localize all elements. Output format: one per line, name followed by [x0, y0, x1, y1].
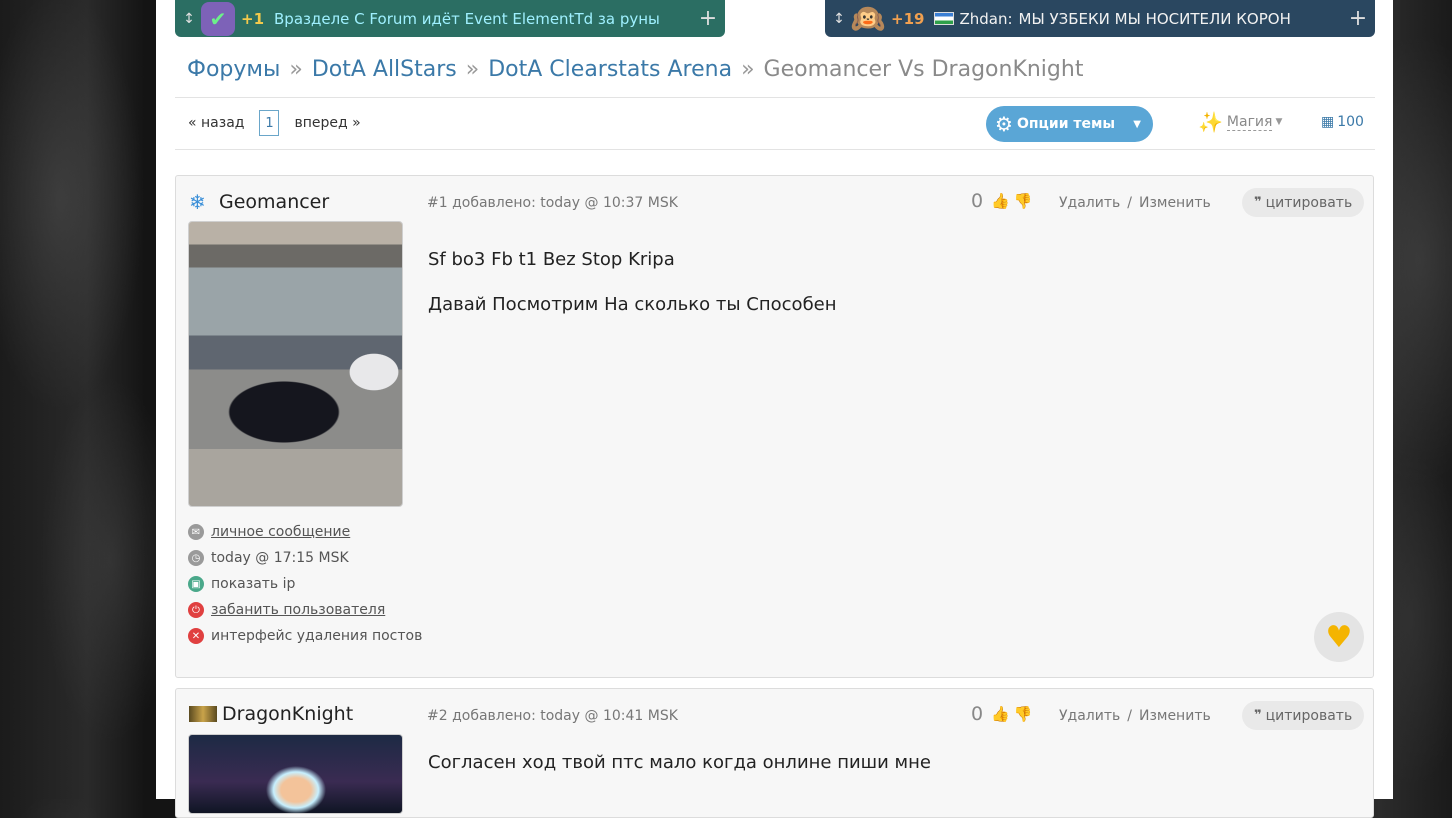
- delete-button[interactable]: Удалить: [1059, 708, 1120, 724]
- chevron-down-icon: ▼: [1275, 117, 1283, 127]
- chevron-down-icon: ▼: [1133, 118, 1141, 130]
- ban-user-link[interactable]: ⏻ забанить пользователя: [188, 597, 422, 623]
- next-page-link[interactable]: вперед »: [294, 115, 360, 131]
- shield-check-icon: ✔: [201, 1, 235, 36]
- breadcrumb-separator: »: [289, 57, 303, 82]
- forum-page: ↕ ✔ +1 Вразделе C Forum идёт Event Eleme…: [156, 0, 1393, 818]
- chat-notice[interactable]: ↕ 🙉 +19 Zhdan: МЫ УЗБЕКИ МЫ НОСИТЕЛИ КОР…: [825, 0, 1375, 37]
- post-votes: 0 👍 👎: [971, 703, 1032, 725]
- gear-icon: ⚙: [995, 112, 1013, 136]
- notice-text[interactable]: Вразделе C Forum идёт Event ElementTd за…: [274, 10, 691, 28]
- quote-icon: ❞: [1254, 708, 1262, 723]
- avatar[interactable]: [188, 734, 403, 814]
- post-actions: Удалить / Изменить: [1059, 195, 1211, 211]
- private-message-label[interactable]: личное сообщение: [211, 524, 350, 540]
- post-body: Sf bo3 Fb t1 Bez Stop Kripa Давай Посмот…: [428, 237, 837, 327]
- edit-button[interactable]: Изменить: [1139, 195, 1211, 211]
- edit-button[interactable]: Изменить: [1139, 708, 1211, 724]
- post-line: Давай Посмотрим На сколько ты Способен: [428, 294, 837, 315]
- action-separator: /: [1127, 195, 1132, 211]
- private-message-link[interactable]: ✉ личное сообщение: [188, 519, 422, 545]
- quote-icon: ❞: [1254, 195, 1262, 210]
- breadcrumb-dota-allstars[interactable]: DotA AllStars: [312, 57, 457, 82]
- wizard-hat-icon: ✨: [1198, 110, 1223, 134]
- clock-icon: ◷: [188, 550, 204, 566]
- page-number-current[interactable]: 1: [259, 110, 280, 136]
- author-name[interactable]: DragonKnight: [222, 703, 353, 725]
- post-actions: Удалить / Изменить: [1059, 708, 1211, 724]
- add-plus-icon[interactable]: +: [1341, 6, 1375, 31]
- breadcrumb-separator: »: [465, 57, 480, 82]
- action-separator: /: [1127, 708, 1132, 724]
- pagination: « назад 1 вперед »: [188, 110, 361, 136]
- power-icon: ⏻: [188, 602, 204, 618]
- delete-button[interactable]: Удалить: [1059, 195, 1120, 211]
- heart-button[interactable]: ♥: [1314, 612, 1364, 662]
- table-icon: ▦: [1321, 114, 1335, 130]
- post-body: Согласен ход твой птс мало когда онлине …: [428, 740, 931, 785]
- ip-icon: ▣: [188, 576, 204, 592]
- close-icon: ✕: [188, 628, 204, 644]
- snowflake-icon: ❄: [189, 190, 206, 214]
- magic-dropdown[interactable]: ✨ Магия ▼: [1198, 110, 1282, 134]
- page-title: Geomancer Vs DragonKnight: [763, 57, 1084, 82]
- quote-button[interactable]: ❞ цитировать: [1242, 188, 1365, 217]
- post-line: Согласен ход твой птс мало когда онлине …: [428, 752, 931, 773]
- thread-options-button[interactable]: ⚙ Опции темы ▼: [986, 106, 1153, 142]
- delete-posts-interface-link[interactable]: ✕ интерфейс удаления постов: [188, 623, 422, 649]
- thumbs-up-icon[interactable]: 👍: [991, 192, 1010, 210]
- post-line: Sf bo3 Fb t1 Bez Stop Kripa: [428, 249, 675, 270]
- notice-plus-count: +1: [241, 9, 265, 28]
- post-header: #2 добавлено: today @ 10:41 MSK: [427, 708, 678, 724]
- prev-page-link[interactable]: « назад: [188, 115, 244, 131]
- post-header: #1 добавлено: today @ 10:37 MSK: [427, 195, 678, 211]
- post-votes: 0 👍 👎: [971, 190, 1032, 212]
- divider: [175, 97, 1375, 98]
- add-plus-icon[interactable]: +: [691, 6, 725, 31]
- notice-text: МЫ УЗБЕКИ МЫ НОСИТЕЛИ КОРОН: [1018, 9, 1291, 28]
- posts-per-page-value: 100: [1337, 114, 1364, 130]
- mail-icon: ✉: [188, 524, 204, 540]
- breadcrumb: Форумы » DotA AllStars » DotA Clearstats Are…: [187, 57, 1083, 82]
- expand-arrows-icon[interactable]: ↕: [827, 11, 851, 27]
- forum-post: ❄ Geomancer ✉ личное сообщение ◷ today @…: [175, 175, 1374, 678]
- uzbekistan-flag-icon: [934, 12, 955, 25]
- post-author[interactable]: ❄ Geomancer: [189, 190, 329, 214]
- vote-count: 0: [971, 190, 984, 212]
- user-actions: ✉ личное сообщение ◷ today @ 17:15 MSK ▣…: [188, 519, 422, 649]
- show-ip-label[interactable]: показать ip: [211, 576, 295, 592]
- expand-arrows-icon[interactable]: ↕: [177, 11, 201, 27]
- show-ip-link[interactable]: ▣ показать ip: [188, 571, 422, 597]
- thumbs-up-icon[interactable]: 👍: [991, 705, 1010, 723]
- avatar[interactable]: [188, 221, 403, 507]
- vote-count: 0: [971, 703, 984, 725]
- notice-plus-count: +19: [891, 9, 925, 28]
- thread-options-label: Опции темы: [1016, 116, 1116, 132]
- notice-user[interactable]: Zhdan:: [959, 10, 1012, 28]
- quote-label: цитировать: [1265, 707, 1353, 724]
- breadcrumb-clearstats-arena[interactable]: DotA Clearstats Arena: [488, 57, 732, 82]
- author-name[interactable]: Geomancer: [219, 191, 329, 213]
- breadcrumb-separator: »: [741, 57, 755, 82]
- monkey-icon: 🙉: [850, 2, 886, 35]
- thumbs-down-icon[interactable]: 👎: [1014, 192, 1033, 210]
- quote-label: цитировать: [1265, 194, 1353, 211]
- delete-posts-interface-label[interactable]: интерфейс удаления постов: [211, 628, 422, 644]
- breadcrumb-forums[interactable]: Форумы: [187, 57, 280, 82]
- divider: [175, 149, 1375, 150]
- quote-button[interactable]: ❞ цитировать: [1242, 701, 1365, 730]
- posts-per-page[interactable]: ▦ 100: [1321, 114, 1364, 130]
- heart-icon: ♥: [1325, 619, 1353, 655]
- event-notice[interactable]: ↕ ✔ +1 Вразделе C Forum идёт Event Eleme…: [175, 0, 725, 37]
- rank-badge-icon: [189, 706, 217, 722]
- thumbs-down-icon[interactable]: 👎: [1014, 705, 1033, 723]
- last-seen: ◷ today @ 17:15 MSK: [188, 545, 422, 571]
- last-seen-label: today @ 17:15 MSK: [211, 550, 349, 566]
- magic-label: Магия: [1226, 113, 1273, 131]
- ban-user-label[interactable]: забанить пользователя: [211, 602, 385, 618]
- post-author[interactable]: DragonKnight: [189, 703, 353, 725]
